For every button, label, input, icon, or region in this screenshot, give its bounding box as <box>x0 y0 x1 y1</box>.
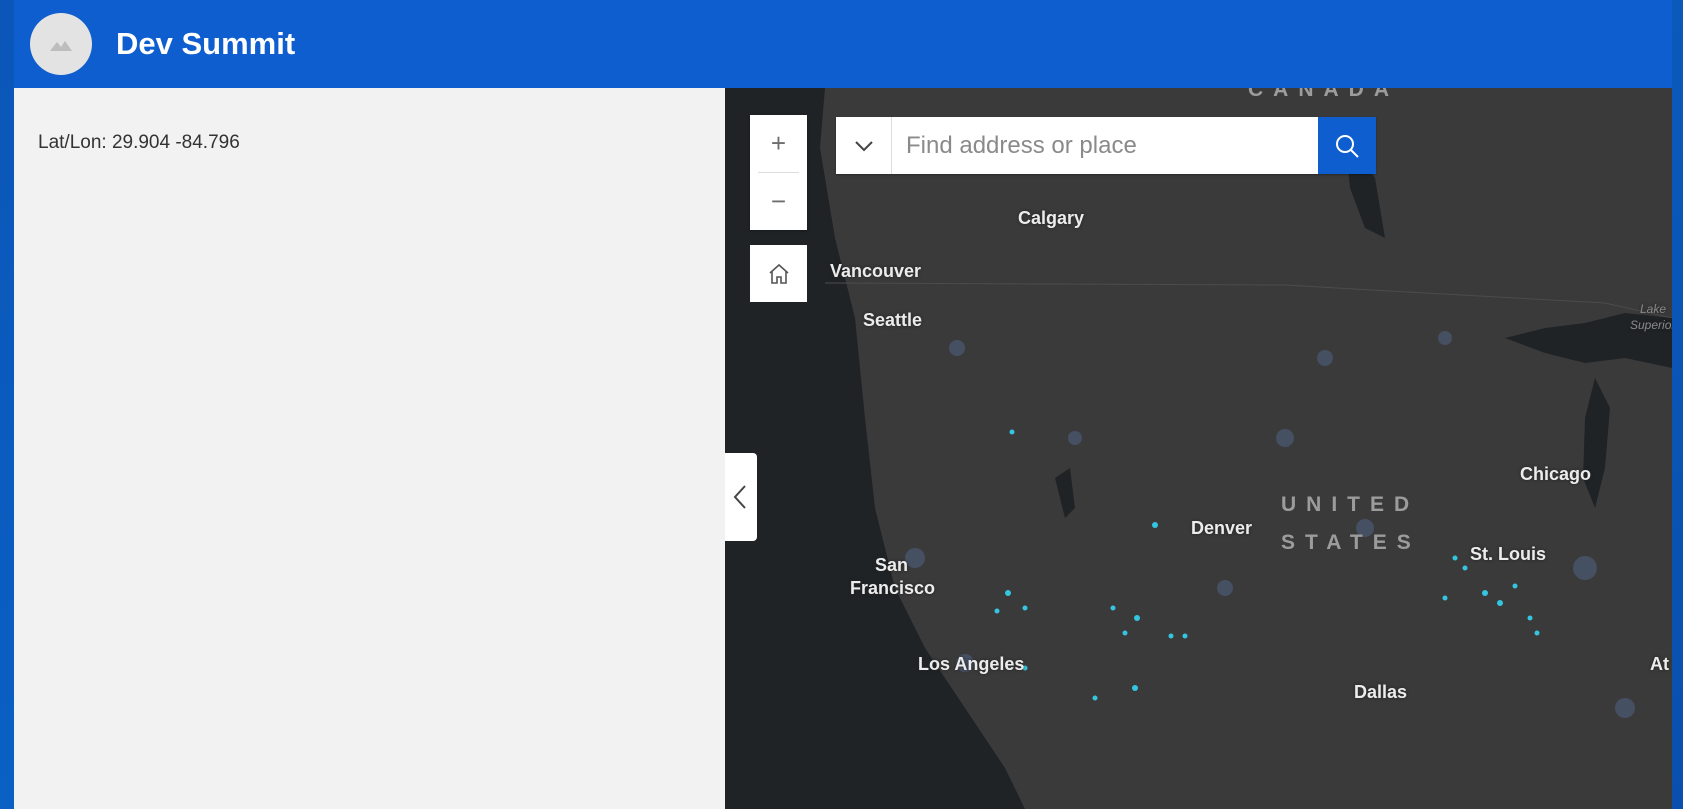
map-view[interactable]: CANADA UNITED STATES Calgary Vancouver S… <box>725 88 1672 809</box>
zoom-in-button[interactable]: + <box>750 115 807 172</box>
map-label-denver: Denver <box>1191 518 1253 538</box>
chevron-left-icon <box>733 485 746 509</box>
map-label-lake: Lake <box>1640 302 1667 316</box>
image-placeholder-icon <box>50 41 72 51</box>
search-icon <box>1336 134 1359 158</box>
map-label-dallas: Dallas <box>1354 682 1408 702</box>
map-label-united: UNITED <box>1281 493 1420 516</box>
search-button[interactable] <box>1318 117 1376 174</box>
map-label-san: San <box>875 555 909 575</box>
map-label-atlanta: At <box>1650 654 1669 674</box>
map-label-chicago: Chicago <box>1520 464 1592 484</box>
map-label-seattle: Seattle <box>863 310 923 330</box>
map-label-states: STATES <box>1281 531 1421 554</box>
app-window: Dev Summit Lat/Lon: 29.904 -84.796 CANAD… <box>14 0 1672 809</box>
home-button[interactable] <box>750 245 807 302</box>
search-input[interactable] <box>892 117 1318 174</box>
app-header: Dev Summit <box>14 0 1672 88</box>
map-label-st-louis: St. Louis <box>1470 544 1546 564</box>
chevron-down-icon <box>854 140 873 151</box>
avatar[interactable] <box>30 13 92 75</box>
map-label-francisco: Francisco <box>850 578 936 598</box>
zoom-control: + − <box>750 115 807 230</box>
map-label-vancouver: Vancouver <box>830 261 922 281</box>
side-panel: Lat/Lon: 29.904 -84.796 <box>14 88 725 809</box>
search-widget <box>836 117 1376 174</box>
map-label-calgary: Calgary <box>1018 208 1085 228</box>
home-icon <box>768 263 789 284</box>
map-basemap <box>725 88 1672 809</box>
search-source-dropdown[interactable] <box>836 117 892 174</box>
zoom-out-button[interactable]: − <box>750 173 807 230</box>
map-label-los-angeles: Los Angeles <box>918 654 1025 674</box>
map-label-superior: Superior <box>1630 318 1672 332</box>
collapse-panel-button[interactable] <box>725 453 757 541</box>
map-label-canada: CANADA <box>1248 88 1399 101</box>
coordinates-text: Lat/Lon: 29.904 -84.796 <box>38 132 240 153</box>
app-title: Dev Summit <box>116 26 296 61</box>
